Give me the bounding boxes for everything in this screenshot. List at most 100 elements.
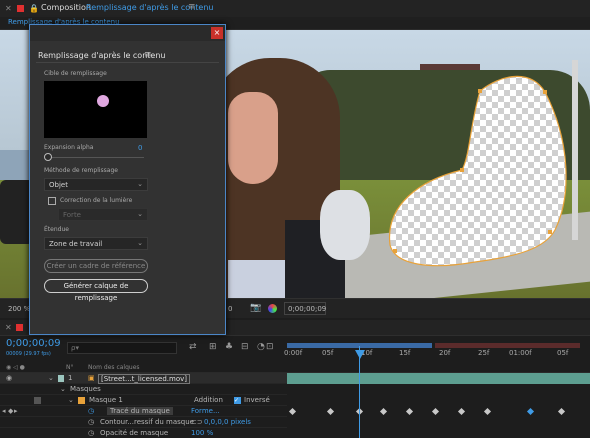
- mask-vertex[interactable]: [393, 249, 397, 253]
- range-select[interactable]: Zone de travail ⌄: [44, 237, 148, 250]
- mask-path-value[interactable]: Forme...: [191, 407, 220, 415]
- mask-mode-dropdown[interactable]: Addition: [194, 396, 223, 404]
- graph-editor-icon[interactable]: ⊡: [266, 342, 274, 352]
- time-ruler[interactable]: 0:00f 05f 10f 15f 20f 25f 01:00f 05f: [284, 343, 587, 361]
- chevron-down-icon: ⌄: [137, 210, 143, 218]
- zoom-partial-value: 0: [228, 305, 233, 313]
- light-correction-checkbox[interactable]: [48, 197, 56, 205]
- add-keyframe-icon[interactable]: ◆: [8, 407, 13, 415]
- eye-icon[interactable]: ◉: [6, 374, 12, 382]
- comp-mini-flowchart-icon[interactable]: ⇄: [189, 342, 197, 352]
- mask-vertex[interactable]: [543, 90, 547, 94]
- ruler-tick: 01:00f: [509, 349, 532, 357]
- keyframe[interactable]: [379, 407, 388, 416]
- current-time-indicator[interactable]: [355, 350, 365, 359]
- stopwatch-icon[interactable]: ◷: [88, 418, 94, 426]
- column-layer-name[interactable]: Nom des calques: [88, 364, 140, 371]
- keyframe-selected[interactable]: [526, 407, 535, 416]
- panel-menu-icon[interactable]: ≡: [144, 50, 152, 60]
- create-reference-frame-button[interactable]: Créer un cadre de référence: [44, 259, 148, 273]
- camera-snapshot-icon[interactable]: 📷: [250, 303, 261, 313]
- motion-blur-icon[interactable]: ◔: [257, 342, 265, 352]
- keyframe[interactable]: [326, 407, 335, 416]
- layer-label-color[interactable]: [58, 375, 64, 382]
- stopwatch-icon[interactable]: ◷: [88, 407, 94, 415]
- mask-color-swatch[interactable]: [78, 397, 85, 404]
- mask-opacity-row[interactable]: ◷ Opacité de masque 100 %: [0, 428, 287, 438]
- close-timeline-icon[interactable]: ✕: [5, 323, 12, 332]
- mask-vertex[interactable]: [460, 168, 464, 172]
- panel-menu-icon[interactable]: ≡: [188, 2, 196, 12]
- content-aware-fill-panel[interactable]: × Remplissage d'après le contenu ≡ Cible…: [29, 24, 226, 335]
- mask-vertex[interactable]: [548, 230, 552, 234]
- layer-column-header: ◉ ◁ ● N° Nom des calques: [0, 362, 590, 373]
- mask-path-label[interactable]: Tracé du masque: [107, 407, 173, 415]
- mask-opacity-value[interactable]: 100 %: [191, 429, 213, 437]
- layer-name[interactable]: [Street...t_licensed.mov]: [98, 374, 190, 384]
- fill-method-label: Méthode de remplissage: [44, 167, 118, 174]
- mask-feather-row[interactable]: ◷ Contour...ressif du masque ⊂⊃ 0,0,0,0 …: [0, 417, 287, 428]
- color-channels-icon[interactable]: [268, 304, 277, 313]
- current-time-indicator-line[interactable]: [359, 346, 360, 438]
- close-button[interactable]: ×: [211, 27, 223, 39]
- mask-name[interactable]: Masque 1: [89, 396, 123, 404]
- keyframe[interactable]: [431, 407, 440, 416]
- prev-keyframe-icon[interactable]: ◂: [2, 407, 6, 415]
- stopwatch-icon[interactable]: ◷: [88, 429, 94, 437]
- lock-icon[interactable]: 🔒: [29, 4, 39, 13]
- light-strength-select: Forte ⌄: [58, 208, 148, 221]
- mask-path-keyframes[interactable]: [287, 406, 590, 417]
- timeline-timecode[interactable]: 0;00;00;09: [6, 338, 61, 349]
- alpha-expansion-slider[interactable]: [48, 157, 144, 158]
- mask-row[interactable]: ⌄ Masque 1 Addition ✓ Inversé: [0, 395, 287, 406]
- link-icon[interactable]: ⊂⊃: [191, 418, 203, 426]
- next-keyframe-icon[interactable]: ▸: [14, 407, 18, 415]
- draft-3d-icon[interactable]: ⊞: [209, 342, 217, 352]
- timeline-red-label-icon: [16, 324, 23, 331]
- layer-duration-bar[interactable]: [287, 373, 590, 384]
- alpha-expansion-slider-knob[interactable]: [44, 153, 52, 161]
- layer-search-input[interactable]: ρ▾: [67, 342, 177, 354]
- viewer-timecode[interactable]: 0;00;00;09: [284, 302, 326, 315]
- mask-vertex[interactable]: [478, 89, 482, 93]
- fill-target-preview: [44, 81, 147, 138]
- masks-group-label: Masques: [70, 385, 101, 393]
- panel-drag-bar[interactable]: [30, 25, 225, 41]
- mask-path-row[interactable]: ◂ ◆ ▸ ◷ Tracé du masque Forme...: [0, 406, 287, 417]
- footage-icon: ▣: [88, 374, 95, 382]
- keyframe[interactable]: [405, 407, 414, 416]
- keyframe[interactable]: [288, 407, 297, 416]
- mask-feather-value[interactable]: 0,0,0,0 pixels: [204, 418, 251, 426]
- zoom-dropdown[interactable]: 200 %: [8, 305, 30, 313]
- fill-method-select[interactable]: Objet ⌄: [44, 178, 148, 191]
- mask-opacity-label: Opacité de masque: [100, 429, 169, 437]
- fill-range-bar: [435, 343, 580, 348]
- expand-chevron-icon[interactable]: ⌄: [60, 385, 66, 393]
- column-layer-number: N°: [66, 364, 74, 371]
- layer-row[interactable]: ◉ ⌄ 1 ▣ [Street...t_licensed.mov]: [0, 373, 287, 384]
- generate-fill-layer-button[interactable]: Générer calque de remplissage: [44, 279, 148, 302]
- keyframe[interactable]: [557, 407, 566, 416]
- shy-layers-icon[interactable]: ♣: [225, 342, 233, 352]
- inverted-label: Inversé: [244, 396, 270, 404]
- light-strength-value: Forte: [63, 211, 81, 219]
- ruler-tick: 20f: [439, 349, 451, 357]
- fill-target-shape: [97, 95, 109, 107]
- close-panel-icon[interactable]: ✕: [5, 4, 12, 13]
- frame-blending-icon[interactable]: ⊟: [241, 342, 249, 352]
- mask-lock-box[interactable]: [34, 397, 41, 404]
- masks-group-row[interactable]: ⌄ Masques: [0, 384, 287, 395]
- expand-chevron-icon[interactable]: ⌄: [68, 396, 74, 404]
- ruler-tick: 05f: [322, 349, 334, 357]
- ruler-tick: 05f: [557, 349, 569, 357]
- keyframe[interactable]: [483, 407, 492, 416]
- mask-path[interactable]: [388, 75, 567, 267]
- alpha-expansion-value[interactable]: 0: [138, 144, 142, 152]
- inverted-checkbox[interactable]: ✓: [234, 397, 241, 404]
- expand-chevron-icon[interactable]: ⌄: [48, 374, 54, 382]
- layer-number: 1: [68, 374, 73, 382]
- chevron-down-icon: ⌄: [137, 180, 143, 188]
- red-label-icon: [17, 5, 24, 12]
- keyframe[interactable]: [457, 407, 466, 416]
- range-label: Étendue: [44, 226, 69, 233]
